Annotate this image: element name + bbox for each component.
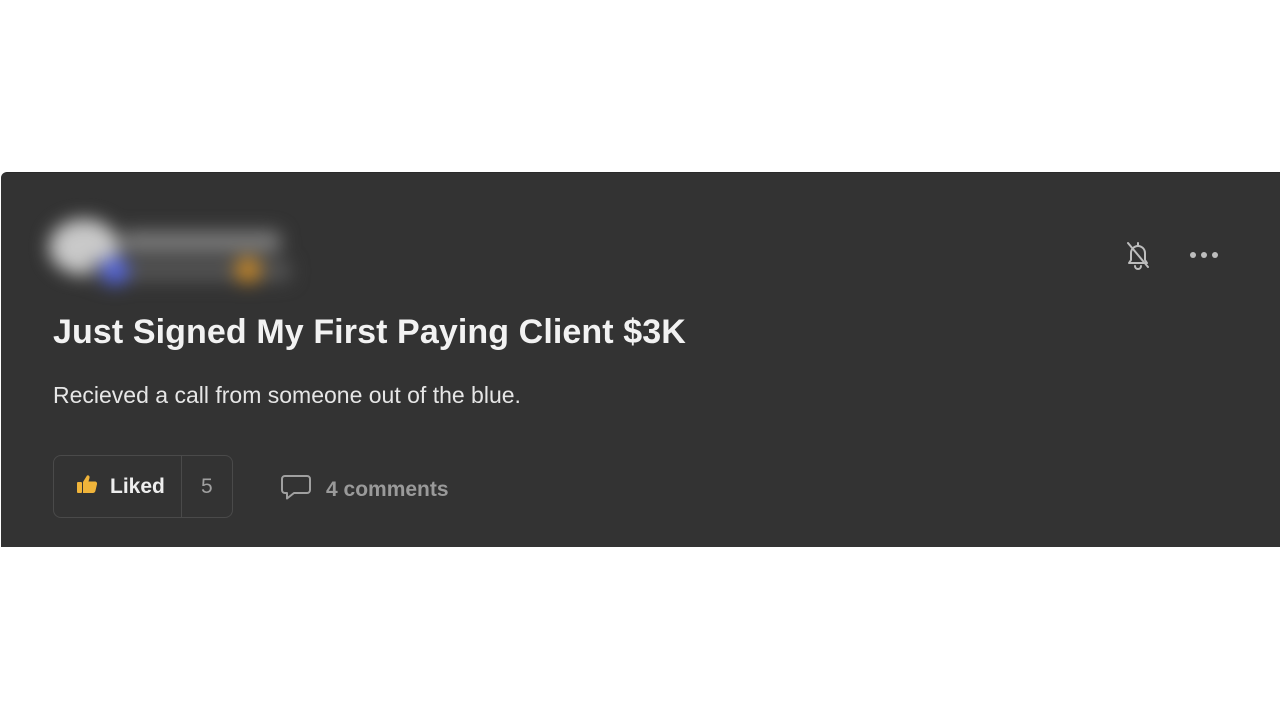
- badge-blurred: [101, 257, 129, 285]
- comments-label: 4 comments: [326, 477, 449, 501]
- like-count[interactable]: 5: [180, 456, 232, 517]
- like-group: Liked 5: [53, 455, 233, 518]
- bell-off-icon[interactable]: [1122, 239, 1154, 271]
- thumbs-up-icon: [76, 474, 98, 499]
- like-label: Liked: [110, 474, 165, 498]
- post-body: Recieved a call from someone out of the …: [53, 382, 521, 408]
- author-name-blurred: [121, 231, 281, 253]
- post-title[interactable]: Just Signed My First Paying Client $3K: [53, 313, 686, 352]
- author-info-blurred: [41, 213, 291, 293]
- post-card: Just Signed My First Paying Client $3K R…: [1, 172, 1280, 547]
- comments-link[interactable]: 4 comments: [280, 473, 449, 506]
- badge-blurred: [235, 257, 261, 283]
- more-horizontal-icon[interactable]: [1188, 239, 1220, 271]
- like-button[interactable]: Liked: [54, 456, 181, 517]
- post-top-actions: [1122, 239, 1220, 271]
- comment-icon: [280, 473, 312, 506]
